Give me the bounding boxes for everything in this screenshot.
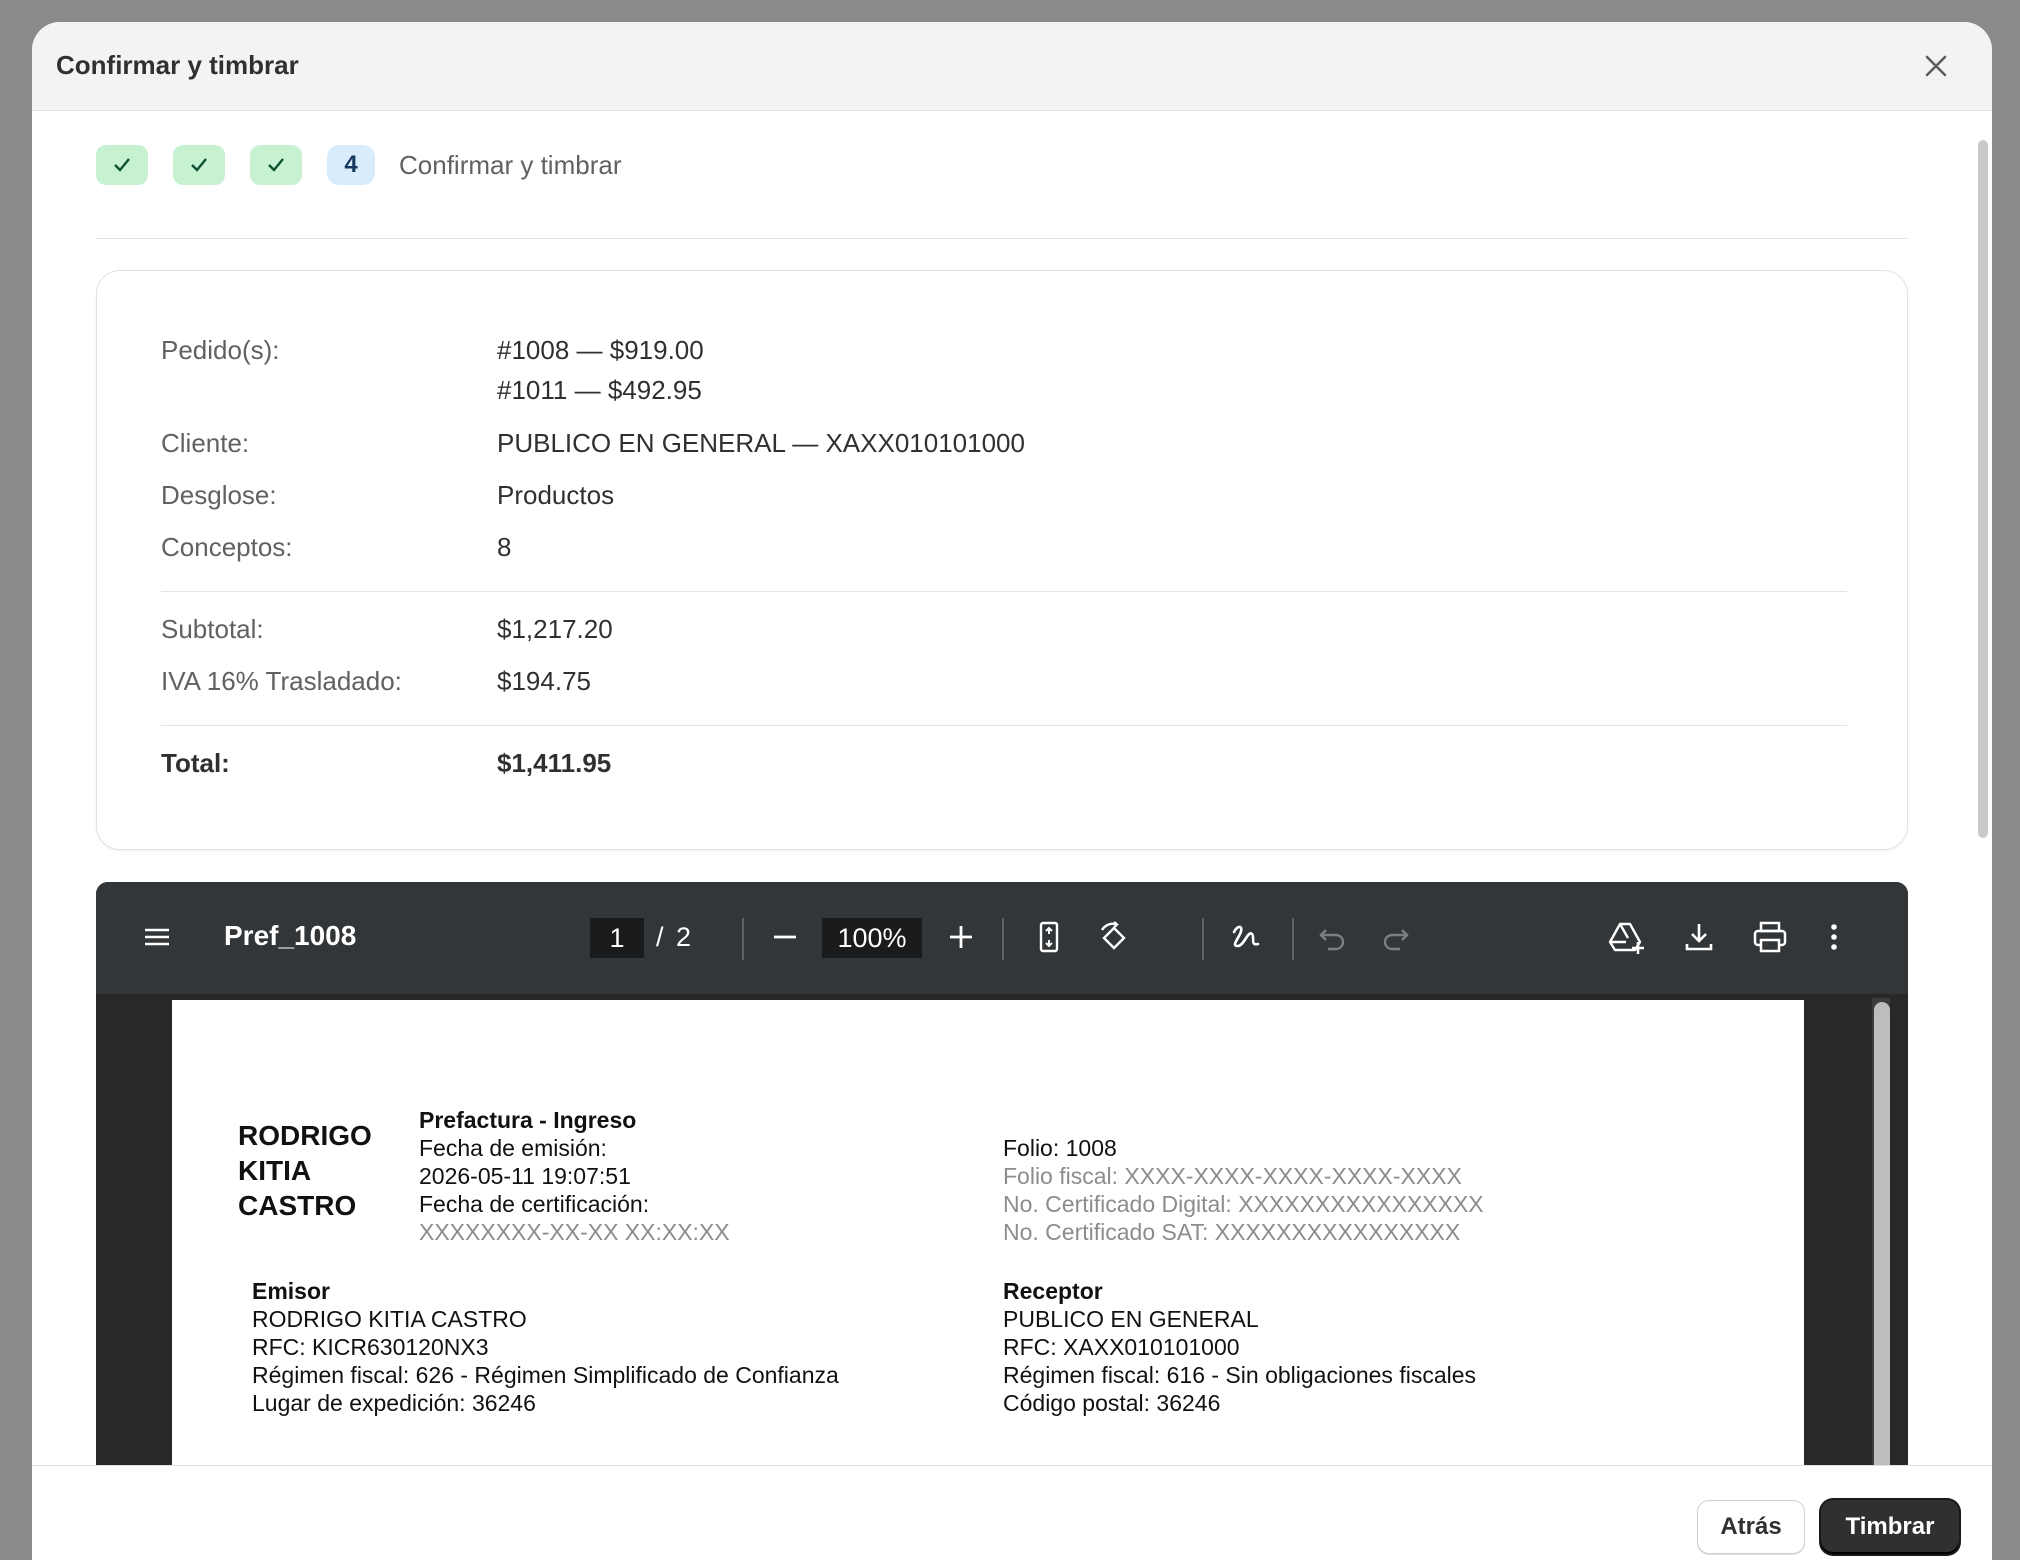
subtotal-value: $1,217.20 (497, 614, 613, 644)
issue-date: 2026-05-11 19:07:51 (419, 1163, 631, 1189)
issuer-name-line: KITIA (238, 1155, 312, 1186)
plus-icon[interactable] (946, 922, 976, 957)
receptor-rfc: RFC: XAXX010101000 (1003, 1334, 1240, 1360)
dialog-body: 4 Confirmar y timbrar Pedido(s): #1008 —… (32, 111, 1992, 1465)
folio-fiscal: Folio fiscal: XXXX-XXXX-XXXX-XXXX-XXXX (1003, 1163, 1462, 1189)
back-button[interactable]: Atrás (1697, 1500, 1805, 1554)
issue-date-label: Fecha de emisión: (419, 1135, 607, 1161)
page-separator: / (656, 922, 664, 952)
total-label: Total: (161, 748, 230, 778)
checkmark-icon (268, 158, 284, 172)
stepper: 4 Confirmar y timbrar (96, 145, 621, 185)
download-icon[interactable] (1682, 920, 1716, 959)
step-current-label: Confirmar y timbrar (399, 149, 622, 180)
orders-label: Pedido(s): (161, 335, 280, 365)
emisor-place: Lugar de expedición: 36246 (252, 1390, 536, 1416)
checkmark-icon (191, 158, 207, 172)
close-icon[interactable] (1918, 48, 1954, 84)
folio: Folio: 1008 (1003, 1135, 1117, 1161)
pdf-scrollbar-thumb[interactable] (1874, 1002, 1890, 1465)
cert-digital: No. Certificado Digital: XXXXXXXXXXXXXXX… (1003, 1191, 1484, 1217)
subtotal-label: Subtotal: (161, 614, 264, 644)
iva-label: IVA 16% Trasladado: (161, 666, 402, 696)
draw-icon[interactable] (1228, 920, 1264, 961)
redo-icon[interactable] (1380, 922, 1412, 959)
rotate-icon[interactable] (1096, 920, 1132, 961)
issuer-name-line: CASTRO (238, 1190, 357, 1221)
order-item: #1008 — $919.00 (497, 335, 704, 365)
client-label: Cliente: (161, 428, 250, 458)
step-2-complete (173, 145, 225, 185)
pdf-viewer: Pref_1008 1 / 2 100% RODRIGO KITIA CASTR… (96, 882, 1908, 1465)
emisor-rfc: RFC: KICR630120NX3 (252, 1334, 489, 1360)
order-item: #1011 — $492.95 (497, 375, 702, 405)
fit-page-icon[interactable] (1032, 920, 1066, 959)
toolbar-divider (742, 918, 744, 960)
stamp-button[interactable]: Timbrar (1821, 1500, 1959, 1554)
page-number-input[interactable]: 1 (590, 918, 644, 958)
cert-sat: No. Certificado SAT: XXXXXXXXXXXXXXXX (1003, 1219, 1461, 1245)
summary-divider (161, 591, 1847, 592)
more-vert-icon[interactable] (1828, 922, 1840, 957)
concepts-value: 8 (497, 532, 512, 562)
receptor-postal: Código postal: 36246 (1003, 1390, 1221, 1416)
dialog-header: Confirmar y timbrar (32, 22, 1992, 111)
client-value: PUBLICO EN GENERAL — XAXX010101000 (497, 428, 1025, 458)
toolbar-divider (1002, 918, 1004, 960)
receptor-name: PUBLICO EN GENERAL (1003, 1306, 1259, 1332)
issuer-name-line: RODRIGO (238, 1120, 372, 1151)
step-1-complete (96, 145, 148, 185)
breakdown-value: Productos (497, 480, 615, 510)
emisor-name: RODRIGO KITIA CASTRO (252, 1306, 527, 1332)
print-icon[interactable] (1752, 920, 1788, 959)
undo-icon[interactable] (1316, 922, 1348, 959)
toolbar-divider (1202, 918, 1204, 960)
stepper-divider (96, 238, 1908, 239)
document-type: Prefactura - Ingreso (419, 1107, 637, 1133)
pdf-filename: Pref_1008 (224, 920, 357, 951)
step-3-complete (250, 145, 302, 185)
concepts-label: Conceptos: (161, 532, 293, 562)
confirm-stamp-dialog: Confirmar y timbrar 4 Confirmar y timbra… (32, 22, 1992, 1560)
dialog-footer: Atrás Timbrar (32, 1465, 1992, 1560)
breakdown-label: Desglose: (161, 480, 277, 510)
cert-date: XXXXXXXX-XX-XX XX:XX:XX (419, 1219, 730, 1245)
issuer-name: RODRIGO KITIA CASTRO (238, 1118, 388, 1223)
menu-icon[interactable] (142, 922, 172, 957)
iva-value: $194.75 (497, 666, 591, 696)
receptor-heading: Receptor (1003, 1278, 1103, 1304)
minus-icon[interactable] (770, 922, 800, 957)
dialog-scrollbar-thumb[interactable] (1978, 140, 1988, 838)
pdf-page-area[interactable]: RODRIGO KITIA CASTRO Prefactura - Ingres… (96, 994, 1908, 1465)
emisor-heading: Emisor (252, 1278, 330, 1304)
pdf-page: RODRIGO KITIA CASTRO Prefactura - Ingres… (172, 1000, 1804, 1465)
zoom-level-input[interactable]: 100% (822, 918, 922, 958)
toolbar-divider (1292, 918, 1294, 960)
save-to-drive-icon[interactable] (1608, 920, 1646, 961)
summary-card: Pedido(s): #1008 — $919.00 #1011 — $492.… (96, 270, 1908, 850)
receptor-regime: Régimen fiscal: 616 - Sin obligaciones f… (1003, 1362, 1477, 1388)
summary-divider (161, 725, 1847, 726)
total-value: $1,411.95 (497, 748, 612, 778)
pdf-toolbar: Pref_1008 1 / 2 100% (96, 882, 1908, 994)
page-total: 2 (676, 922, 692, 952)
checkmark-icon (114, 158, 130, 172)
step-current-number: 4 (327, 145, 375, 185)
dialog-title: Confirmar y timbrar (56, 50, 299, 80)
cert-date-label: Fecha de certificación: (419, 1191, 650, 1217)
emisor-regime: Régimen fiscal: 626 - Régimen Simplifica… (252, 1362, 839, 1388)
